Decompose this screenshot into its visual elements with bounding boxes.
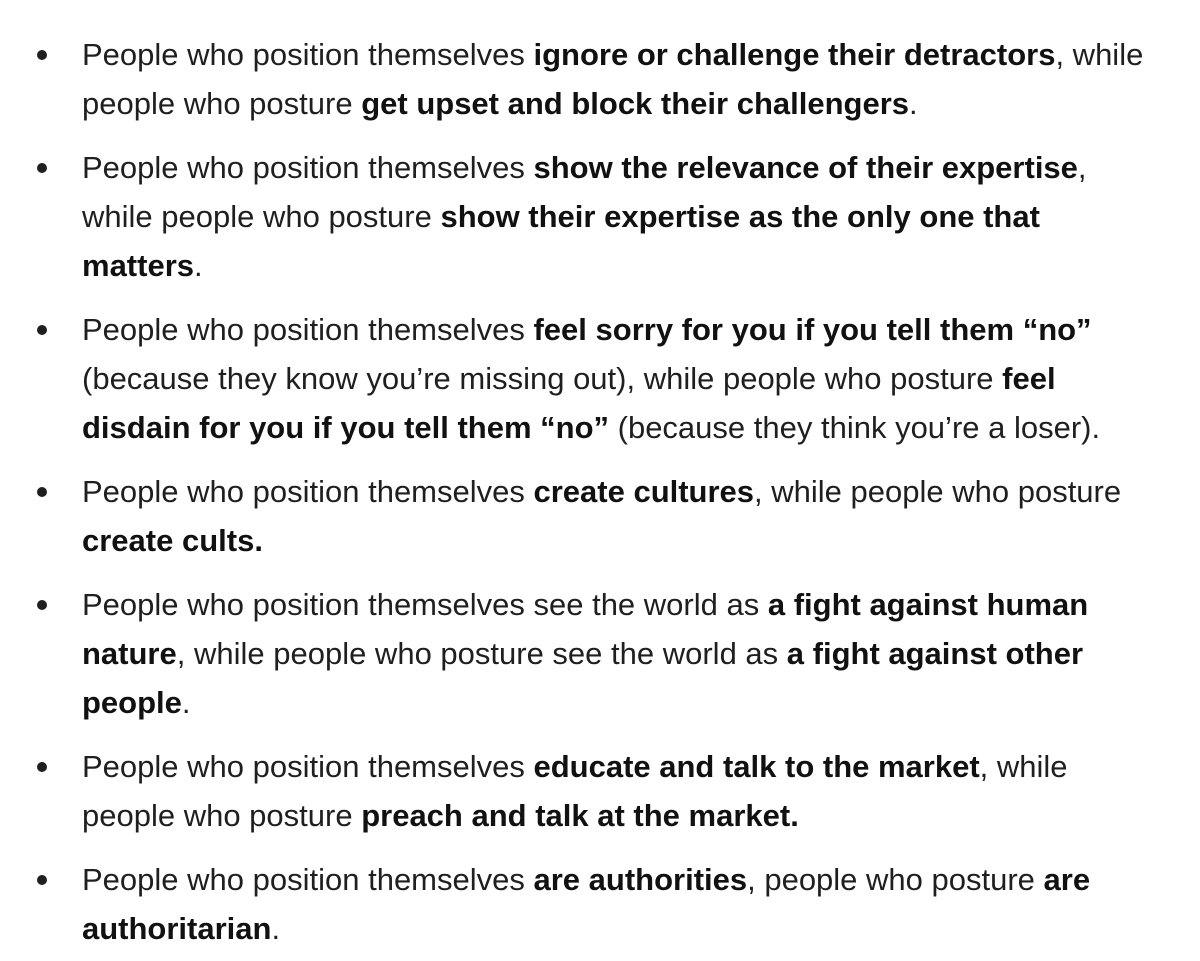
- bold-segment: show the relevance of their expertise: [533, 150, 1078, 185]
- bold-segment: get upset and block their challengers: [361, 86, 910, 121]
- text-segment: .: [194, 248, 203, 283]
- bullet-icon: [37, 325, 47, 335]
- bold-segment: create cults.: [82, 523, 263, 558]
- text-segment: People who position themselves: [82, 862, 534, 897]
- text-segment: .: [909, 86, 918, 121]
- text-segment: , people who posture: [747, 862, 1044, 897]
- document-page: People who position themselves ignore or…: [0, 0, 1200, 961]
- text-segment: People who position themselves: [82, 150, 534, 185]
- text-segment: (because they think you’re a loser).: [609, 410, 1101, 445]
- text-segment: .: [271, 911, 281, 946]
- bold-segment: preach and talk at the market.: [361, 798, 799, 833]
- list-item: People who position themselves show the …: [0, 143, 1160, 290]
- bullet-icon: [37, 50, 47, 60]
- text-segment: People who position themselves: [82, 474, 534, 509]
- list-item: People who position themselves educate a…: [0, 742, 1160, 840]
- bullet-icon: [37, 487, 47, 497]
- text-segment: , while people who posture see the world…: [176, 636, 787, 671]
- bullet-icon: [37, 600, 47, 610]
- bold-segment: create cultures: [533, 474, 755, 509]
- list-item: People who position themselves create cu…: [0, 467, 1160, 565]
- bullet-icon: [37, 163, 47, 173]
- list-item: People who position themselves ignore or…: [0, 30, 1160, 128]
- bold-segment: ignore or challenge their detractors: [533, 37, 1056, 72]
- text-segment: People who position themselves see the w…: [82, 587, 768, 622]
- bold-segment: are authorities: [533, 862, 748, 897]
- bullet-icon: [37, 762, 47, 772]
- text-segment: People who position themselves: [82, 312, 534, 347]
- text-segment: People who position themselves: [82, 37, 534, 72]
- text-segment: (because they know you’re missing out), …: [82, 361, 1003, 396]
- list-item: People who position themselves feel sorr…: [0, 305, 1160, 452]
- text-segment: People who position themselves: [82, 749, 534, 784]
- bold-segment: educate and talk to the market: [533, 749, 980, 784]
- list-item: People who position themselves see the w…: [0, 580, 1160, 727]
- text-segment: , while people who posture: [754, 474, 1122, 509]
- bullet-list: People who position themselves ignore or…: [0, 30, 1160, 953]
- text-segment: .: [181, 685, 191, 720]
- list-item: People who position themselves are autho…: [0, 855, 1160, 953]
- bold-segment: feel sorry for you if you tell them “no”: [533, 312, 1092, 347]
- bullet-icon: [37, 875, 47, 885]
